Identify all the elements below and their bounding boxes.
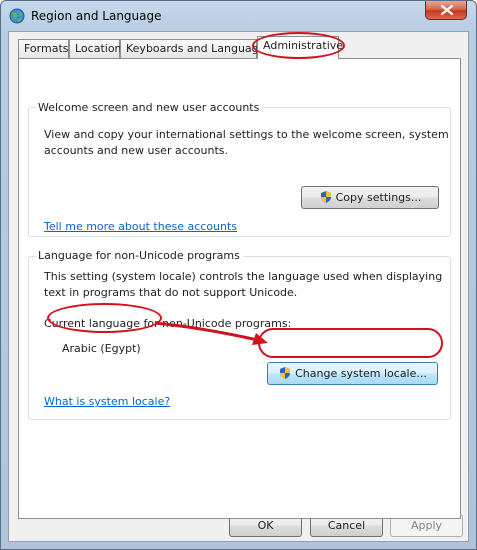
cancel-label: Cancel [327, 519, 366, 532]
tab-location[interactable]: Location [69, 39, 122, 58]
dialog-client-area: Formats Location Keyboards and Languages… [8, 31, 469, 542]
close-icon [441, 5, 453, 15]
non-unicode-group-title: Language for non-Unicode programs [35, 249, 243, 262]
tab-keyboards-and-languages[interactable]: Keyboards and Languages [120, 39, 271, 58]
copy-settings-button[interactable]: Copy settings... [301, 186, 439, 209]
non-unicode-description-line2: text in programs that do not support Uni… [44, 286, 298, 299]
tab-label: Administrative [263, 39, 344, 52]
change-system-locale-label: Change system locale... [295, 367, 427, 380]
dialog-window: Region and Language Formats Location Key… [0, 0, 477, 550]
tab-administrative[interactable]: Administrative [257, 36, 343, 59]
current-language-label: Current language for non-Unicode program… [44, 317, 292, 330]
tab-label: Formats [24, 42, 69, 55]
apply-label: Apply [410, 519, 443, 532]
current-language-value: Arabic (Egypt) [62, 342, 141, 355]
tab-formats[interactable]: Formats [18, 39, 69, 58]
window-title: Region and Language [31, 9, 162, 23]
administrative-tab-panel: Welcome screen and new user accounts Vie… [18, 58, 461, 519]
uac-shield-icon [320, 191, 331, 203]
uac-shield-icon [280, 367, 291, 379]
title-bar[interactable]: Region and Language [1, 1, 476, 31]
what-is-system-locale-link[interactable]: What is system locale? [44, 395, 170, 408]
tab-label: Location [75, 42, 122, 55]
non-unicode-description-line1: This setting (system locale) controls th… [44, 270, 443, 283]
close-button[interactable] [425, 1, 467, 20]
welcome-description-line1: View and copy your international setting… [44, 128, 449, 141]
tab-label: Keyboards and Languages [126, 42, 272, 55]
change-system-locale-button[interactable]: Change system locale... [267, 362, 438, 385]
globe-icon [9, 8, 25, 24]
welcome-group-title: Welcome screen and new user accounts [35, 101, 263, 114]
ok-label: OK [257, 519, 274, 532]
copy-settings-label: Copy settings... [335, 191, 422, 204]
tell-me-more-link[interactable]: Tell me more about these accounts [44, 220, 237, 233]
welcome-description-line2: accounts and new user accounts. [44, 144, 229, 157]
